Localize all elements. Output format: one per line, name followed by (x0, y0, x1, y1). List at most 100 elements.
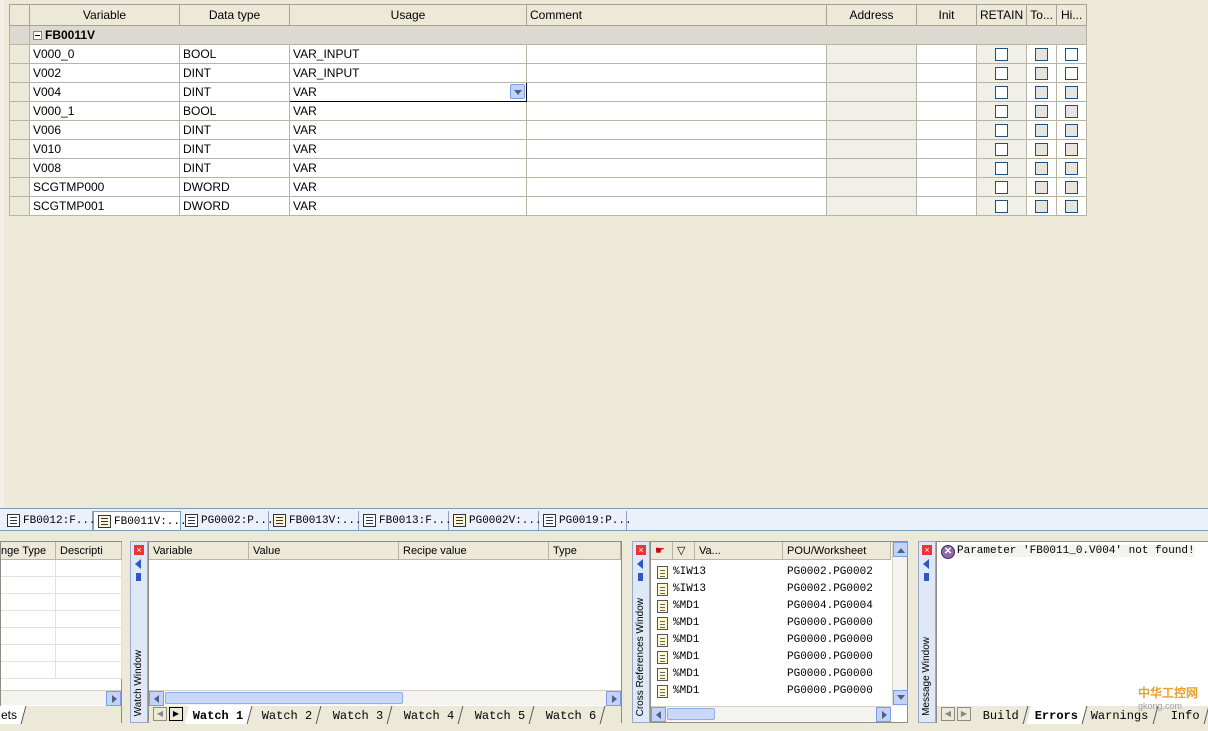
grid-cell[interactable] (56, 577, 122, 594)
cell-variable[interactable]: V006 (29, 120, 180, 140)
hi-checkbox[interactable] (1065, 124, 1079, 138)
watch-tab[interactable]: Watch 6 (537, 706, 606, 724)
xref-vscroll[interactable] (892, 542, 908, 706)
retain-checkbox[interactable] (995, 48, 1009, 62)
cell-init[interactable] (916, 63, 977, 83)
scroll-up-button[interactable] (893, 542, 908, 557)
cell-init[interactable] (916, 158, 977, 178)
watch-hscroll[interactable] (149, 690, 621, 706)
grid-cell[interactable] (1, 577, 56, 594)
cell-comment[interactable] (526, 139, 827, 159)
cell-variable[interactable]: V008 (29, 158, 180, 178)
col-watch-variable[interactable]: Variable (149, 542, 249, 560)
editor-tab[interactable]: FB0011V:... (93, 511, 187, 530)
scroll-thumb[interactable] (667, 708, 715, 720)
retain-checkbox[interactable] (995, 181, 1009, 195)
cell-usage[interactable]: VAR (289, 158, 527, 178)
retain-checkbox[interactable] (995, 86, 1009, 100)
table-row[interactable]: V000_1 BOOL VAR (9, 101, 1088, 121)
cell-init[interactable] (916, 44, 977, 64)
watch-tab[interactable]: Watch 5 (466, 706, 535, 724)
collapse-arrow-icon[interactable] (135, 559, 141, 569)
table-row[interactable]: SCGTMP001 DWORD VAR (9, 196, 1088, 216)
retain-checkbox[interactable] (995, 200, 1009, 214)
cell-comment[interactable] (526, 82, 827, 102)
cell-init[interactable] (916, 82, 977, 102)
col-init[interactable]: Init (916, 4, 977, 26)
editor-tab[interactable]: FB0013V:... (269, 511, 362, 530)
grid-cell[interactable] (1, 611, 56, 628)
tab-prev-button[interactable]: ◀ (153, 707, 167, 721)
watch-tab[interactable]: Watch 2 (253, 706, 322, 724)
col-xref-pou[interactable]: POU/Worksheet (783, 542, 891, 560)
editor-tab[interactable]: PG0002V:... (449, 511, 542, 530)
grid-cell[interactable] (1, 594, 56, 611)
cell-datatype[interactable]: DINT (179, 158, 290, 178)
cell-datatype[interactable]: DINT (179, 82, 290, 102)
grid-cell[interactable] (56, 628, 122, 645)
scroll-left-button[interactable] (651, 707, 666, 722)
retain-checkbox[interactable] (995, 143, 1009, 157)
cell-usage[interactable]: VAR_INPUT (289, 63, 527, 83)
watch-tab[interactable]: Watch 3 (324, 706, 393, 724)
to-checkbox[interactable] (1035, 143, 1049, 157)
retain-checkbox[interactable] (995, 124, 1009, 138)
hi-checkbox[interactable] (1065, 143, 1079, 157)
cell-datatype[interactable]: DINT (179, 63, 290, 83)
xref-row[interactable]: %MD1 PG0000.PG0000 (651, 632, 891, 649)
cell-datatype[interactable]: BOOL (179, 101, 290, 121)
cell-variable[interactable]: V010 (29, 139, 180, 159)
cell-usage[interactable]: VAR (289, 82, 527, 102)
cell-address[interactable] (826, 101, 917, 121)
cell-comment[interactable] (526, 158, 827, 178)
editor-tab[interactable]: PG0002:P... (181, 511, 274, 530)
xref-hscroll[interactable] (651, 706, 891, 722)
col-description[interactable]: Descripti (56, 542, 122, 560)
col-usage[interactable]: Usage (289, 4, 527, 26)
collapse-arrow-icon[interactable] (923, 559, 929, 569)
scroll-right-button[interactable] (106, 691, 121, 706)
editor-tab[interactable]: FB0012:F... (3, 511, 96, 530)
hi-checkbox[interactable] (1065, 86, 1079, 100)
hi-checkbox[interactable] (1065, 162, 1079, 176)
message-tab[interactable]: Errors (1026, 706, 1088, 724)
hi-checkbox[interactable] (1065, 67, 1079, 81)
cell-comment[interactable] (526, 101, 827, 121)
pin-icon[interactable] (136, 573, 141, 581)
col-watch-recipe[interactable]: Recipe value (399, 542, 549, 560)
hi-checkbox[interactable] (1065, 181, 1079, 195)
tab-prev-button[interactable]: ◀ (941, 707, 955, 721)
xref-row[interactable]: %IW13 PG0002.PG0002 (651, 564, 891, 581)
col-hi[interactable]: Hi... (1056, 4, 1088, 26)
to-checkbox[interactable] (1035, 105, 1049, 119)
table-row[interactable]: SCGTMP000 DWORD VAR (9, 177, 1088, 197)
to-checkbox[interactable] (1035, 48, 1049, 62)
tab-next-button[interactable]: ▶ (169, 707, 183, 721)
row-header[interactable] (9, 120, 30, 140)
cell-comment[interactable] (526, 63, 827, 83)
grid-cell[interactable] (56, 611, 122, 628)
cell-comment[interactable] (526, 120, 827, 140)
cell-address[interactable] (826, 82, 917, 102)
cell-comment[interactable] (526, 196, 827, 216)
table-row[interactable]: V010 DINT VAR (9, 139, 1088, 159)
row-header[interactable] (9, 139, 30, 159)
row-header[interactable] (9, 196, 30, 216)
grid-cell[interactable] (56, 662, 122, 679)
xref-row[interactable]: %MD1 PG0004.PG0004 (651, 598, 891, 615)
row-header[interactable] (9, 82, 30, 102)
grid-cell[interactable] (56, 645, 122, 662)
hi-checkbox[interactable] (1065, 105, 1079, 119)
table-row[interactable]: V002 DINT VAR_INPUT (9, 63, 1088, 83)
pin-icon[interactable] (924, 573, 929, 581)
col-to[interactable]: To... (1026, 4, 1058, 26)
cell-init[interactable] (916, 196, 977, 216)
cell-usage[interactable]: VAR (289, 196, 527, 216)
tab-sheets[interactable]: ets (0, 706, 27, 724)
scroll-left-button[interactable] (149, 691, 164, 706)
retain-checkbox[interactable] (995, 105, 1009, 119)
xref-row[interactable]: %MD1 PG0000.PG0000 (651, 649, 891, 666)
cell-usage[interactable]: VAR_INPUT (289, 44, 527, 64)
cell-init[interactable] (916, 101, 977, 121)
scroll-down-button[interactable] (893, 690, 908, 705)
